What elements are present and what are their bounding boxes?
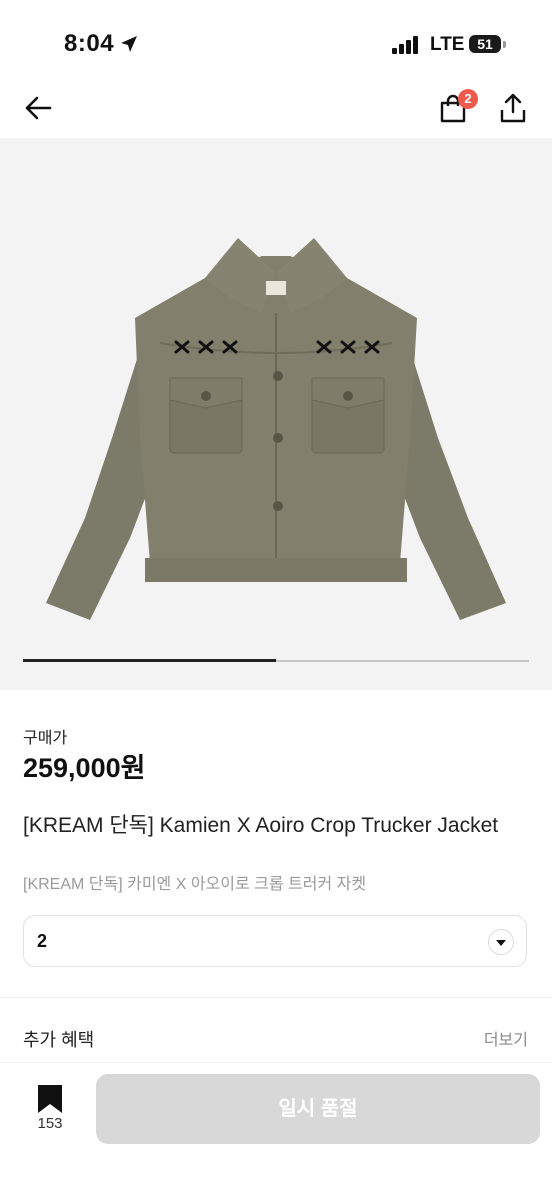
product-image bbox=[46, 238, 506, 620]
location-arrow-icon bbox=[121, 36, 137, 52]
share-icon[interactable] bbox=[498, 92, 528, 124]
signal-icon bbox=[392, 36, 418, 54]
benefits-label: 추가 혜택 bbox=[23, 1030, 95, 1050]
size-select-value: 2 bbox=[37, 931, 48, 951]
battery-tip bbox=[503, 41, 506, 48]
product-subtitle: [KREAM 단독] 카미엔 X 아오이로 크롭 트러커 자켓 bbox=[23, 876, 367, 893]
product-image-gallery[interactable] bbox=[0, 138, 552, 690]
bookmark-icon[interactable] bbox=[37, 1084, 63, 1114]
chevron-down-icon bbox=[488, 929, 514, 955]
status-time: 8:04 bbox=[64, 30, 115, 57]
arrow-left-icon[interactable] bbox=[22, 92, 54, 124]
cart-badge: 2 bbox=[458, 89, 478, 109]
soldout-button[interactable]: 일시 품절 bbox=[96, 1074, 540, 1144]
bookmark-count: 153 bbox=[37, 1115, 63, 1132]
price-value: 259,000원 bbox=[23, 753, 146, 783]
product-title: [KREAM 단독] Kamien X Aoiro Crop Trucker J… bbox=[23, 814, 499, 837]
section-divider bbox=[0, 997, 552, 998]
price-label: 구매가 bbox=[23, 730, 68, 747]
network-type: LTE bbox=[430, 34, 465, 55]
gallery-progress-indicator bbox=[23, 659, 276, 662]
battery-icon: 51 bbox=[469, 35, 501, 53]
size-select[interactable]: 2 bbox=[23, 915, 527, 967]
benefits-more-link[interactable]: 더보기 bbox=[484, 1026, 528, 1050]
status-bar: 8:04 LTE 51 bbox=[0, 0, 552, 80]
battery-level: 51 bbox=[477, 36, 493, 52]
